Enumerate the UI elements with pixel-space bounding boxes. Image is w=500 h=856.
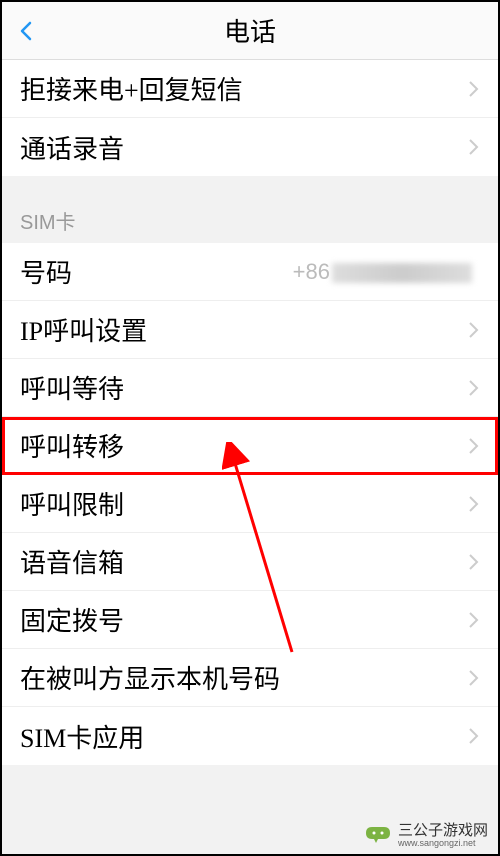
item-label: 语音信箱: [20, 543, 124, 580]
section-header-sim: SIM卡: [2, 176, 498, 243]
item-caller-id[interactable]: 在被叫方显示本机号码: [2, 649, 498, 707]
item-sim-apps[interactable]: SIM卡应用: [2, 707, 498, 765]
item-label: 固定拨号: [20, 601, 124, 638]
item-number[interactable]: 号码 +86: [2, 243, 498, 301]
watermark-text-wrap: 三公子游戏网 www.sangongzi.net: [398, 819, 488, 848]
item-label: 呼叫限制: [20, 485, 124, 522]
chevron-left-icon: [14, 19, 38, 43]
blurred-number: [332, 263, 472, 283]
item-right: [468, 379, 480, 397]
watermark-main: 三公子游戏网: [398, 822, 488, 839]
chevron-right-icon: [468, 379, 480, 397]
item-label: 在被叫方显示本机号码: [20, 659, 280, 696]
chevron-right-icon: [468, 495, 480, 513]
item-right: [468, 611, 480, 629]
item-right: [468, 437, 480, 455]
header: 电话: [2, 2, 498, 60]
item-label: IP呼叫设置: [20, 311, 147, 348]
watermark-sub: www.sangongzi.net: [398, 838, 488, 848]
group-general: 拒接来电+回复短信 通话录音: [2, 60, 498, 176]
item-right: [468, 138, 480, 156]
item-call-forwarding[interactable]: 呼叫转移: [2, 417, 498, 475]
item-right: [468, 321, 480, 339]
item-right: [468, 495, 480, 513]
item-call-barring[interactable]: 呼叫限制: [2, 475, 498, 533]
item-label: 呼叫转移: [20, 427, 124, 464]
item-label: 拒接来电+回复短信: [20, 70, 243, 107]
item-fixed-dialing[interactable]: 固定拨号: [2, 591, 498, 649]
item-right: [468, 669, 480, 687]
item-right: [468, 727, 480, 745]
item-label: 呼叫等待: [20, 369, 124, 406]
item-right: +86: [293, 259, 480, 285]
item-right: [468, 553, 480, 571]
item-voicemail[interactable]: 语音信箱: [2, 533, 498, 591]
item-value: +86: [293, 259, 472, 285]
back-button[interactable]: [14, 19, 38, 43]
chevron-right-icon: [468, 727, 480, 745]
item-ip-call[interactable]: IP呼叫设置: [2, 301, 498, 359]
item-label: 号码: [20, 253, 72, 290]
chevron-right-icon: [468, 669, 480, 687]
watermark: 三公子游戏网 www.sangongzi.net: [364, 819, 488, 848]
chevron-right-icon: [468, 437, 480, 455]
chevron-right-icon: [468, 80, 480, 98]
item-call-waiting[interactable]: 呼叫等待: [2, 359, 498, 417]
item-right: [468, 80, 480, 98]
item-reject-sms[interactable]: 拒接来电+回复短信: [2, 60, 498, 118]
watermark-icon: [364, 823, 392, 845]
item-call-recording[interactable]: 通话录音: [2, 118, 498, 176]
page-title: 电话: [224, 12, 276, 49]
chevron-right-icon: [468, 138, 480, 156]
chevron-right-icon: [468, 321, 480, 339]
group-sim: 号码 +86 IP呼叫设置 呼叫等待 呼叫转移 呼叫限制: [2, 243, 498, 765]
chevron-right-icon: [468, 611, 480, 629]
item-label: 通话录音: [20, 129, 124, 166]
chevron-right-icon: [468, 553, 480, 571]
item-label: SIM卡应用: [20, 718, 144, 755]
